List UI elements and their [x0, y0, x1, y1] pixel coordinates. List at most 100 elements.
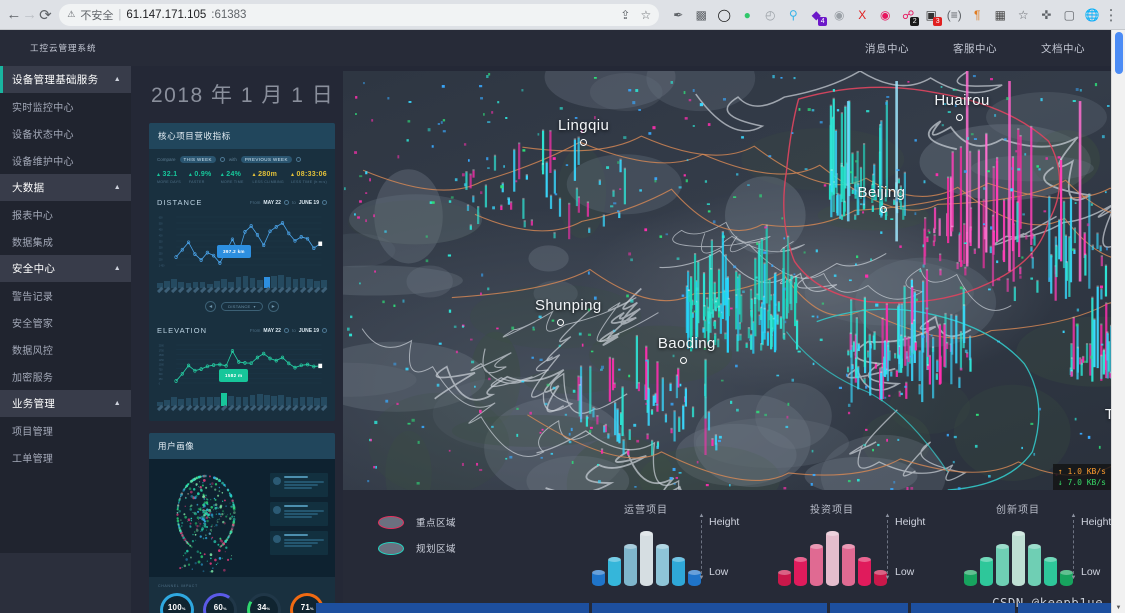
sidebar-item-2-2[interactable]: 数据风控 — [0, 336, 131, 363]
sidebar-group-2[interactable]: 安全中心 ▲ — [0, 255, 131, 282]
camera-extension[interactable]: ▣ 3 — [920, 4, 943, 26]
distance-from-value[interactable]: MAY 22 — [263, 200, 281, 206]
sidebar-item-1-1[interactable]: 数据集成 — [0, 228, 131, 255]
eye-extension[interactable]: ◉ — [828, 4, 850, 26]
upload-speed: 1.0 KB/s — [1067, 467, 1106, 476]
sidebar-group-3[interactable]: 业务管理 ▲ — [0, 390, 131, 417]
svg-text:250: 250 — [159, 378, 163, 381]
elevation-to-value[interactable]: JUNE 19 — [299, 328, 319, 334]
legend-cylinder — [1043, 557, 1057, 586]
distance-next-button[interactable]: ▸ — [267, 301, 279, 312]
kpi-stats: ▴ 32.1 MORE DAYS ▴ 0.9% FASTER ▴ 24% MORE TIM… — [157, 171, 327, 184]
target-extension[interactable]: ◉ — [874, 4, 896, 26]
back-icon[interactable]: ← — [6, 2, 22, 28]
legend-height-label: Height — [895, 516, 926, 528]
opera-extension[interactable]: ◯ — [713, 4, 735, 26]
legend-group-2: 创新项目 ▲ ▼ Height Low — [925, 490, 1111, 586]
sidebar-group-label: 业务管理 — [12, 398, 56, 410]
sidebar-item-0-1[interactable]: 设备状态中心 — [0, 120, 131, 147]
distance-to-value[interactable]: JUNE 19 — [299, 200, 319, 206]
scroll-down-arrow-icon[interactable]: ▼ — [1112, 605, 1125, 611]
elevation-from-value[interactable]: MAY 22 — [263, 328, 281, 334]
distance-prev-button[interactable]: ◂ — [205, 301, 217, 312]
qr-extension[interactable]: ▩ — [690, 4, 712, 26]
distance-from-clear-icon[interactable] — [283, 200, 289, 205]
header-nav-support[interactable]: 客服中心 — [953, 41, 997, 56]
upload-arrow-icon: ↑ — [1057, 467, 1063, 476]
browser-menu-icon[interactable]: ⋮ — [1103, 2, 1119, 28]
app-title: 工控云管理系统 — [30, 43, 97, 53]
list-item[interactable] — [270, 502, 328, 526]
svg-text:250: 250 — [159, 252, 163, 255]
distance-metric-label: DISTANCE — [228, 304, 251, 309]
pen-extension[interactable]: ✒ — [667, 4, 689, 26]
audio-extension[interactable]: (≡) — [943, 4, 965, 26]
sidebar-item-1-0[interactable]: 报表中心 — [0, 201, 131, 228]
range-b-close-icon[interactable] — [295, 157, 301, 162]
share-icon[interactable]: ⇪ — [620, 8, 630, 22]
x-extension[interactable]: X — [851, 4, 873, 26]
legend-cylinder — [841, 544, 855, 586]
forward-icon[interactable]: → — [22, 2, 38, 28]
bookmark-star-icon[interactable]: ☆ — [640, 8, 651, 22]
globe-avatar[interactable]: 🌐 — [1081, 4, 1103, 26]
chat-extension[interactable]: ☍ 2 — [897, 4, 920, 26]
list-item[interactable] — [270, 531, 328, 555]
dashboard-column: 2018 年 1 月 1 日 核心项目营收指标 Compare THIS WEE… — [131, 71, 343, 613]
kpi-stat-label: MORE TIME — [220, 180, 244, 184]
chevron-up-icon[interactable]: ▲ — [114, 76, 121, 83]
star-extension[interactable]: ☆ — [1012, 4, 1034, 26]
legend-cylinder — [809, 544, 823, 586]
sidebar-item-2-1[interactable]: 安全管家 — [0, 309, 131, 336]
chevron-up-icon[interactable]: ▲ — [114, 400, 121, 407]
legend-cylinder — [591, 570, 605, 586]
pilcrow-extension[interactable]: ¶ — [966, 4, 988, 26]
header-nav-docs[interactable]: 文档中心 — [1041, 41, 1085, 56]
compare-prefix: Compare — [157, 157, 176, 162]
green-circle-extension[interactable]: ● — [736, 4, 758, 26]
sidebar-item-3-1[interactable]: 工单管理 — [0, 444, 131, 471]
sidebar-footer — [0, 553, 131, 613]
puzzle-extension[interactable]: ✜ — [1035, 4, 1057, 26]
list-item[interactable] — [270, 473, 328, 497]
chevron-up-icon[interactable]: ▲ — [114, 265, 121, 272]
address-bar[interactable]: ⚠ 不安全 | 61.147.171.105:61383 ⇪ ☆ — [59, 3, 660, 26]
reload-icon[interactable]: ⟳ — [38, 2, 54, 28]
elevation-x-axis — [157, 404, 328, 412]
sidebar-item-2-3[interactable]: 加密服务 — [0, 363, 131, 390]
distance-to-clear-icon[interactable] — [322, 200, 327, 205]
legend-cylinder — [655, 544, 669, 586]
kpi-stat-label: LESS TIME (h:m:s) — [291, 180, 327, 184]
distance-metric-select[interactable]: DISTANCE ▾ — [221, 302, 263, 311]
elevation-from-clear-icon[interactable] — [283, 328, 289, 333]
range-a-close-icon[interactable] — [219, 157, 225, 162]
grid-extension[interactable]: ▦ — [989, 4, 1011, 26]
range-a-pill[interactable]: THIS WEEK — [179, 156, 216, 163]
square-extension[interactable]: ▢ — [1058, 4, 1080, 26]
elevation-to-clear-icon[interactable] — [322, 328, 327, 333]
scrollbar-thumb[interactable] — [1115, 32, 1123, 74]
sidebar-item-2-0[interactable]: 警告记录 — [0, 282, 131, 309]
map-city-marker[interactable] — [679, 356, 687, 364]
purple-cube-extension[interactable]: ◆ 4 — [805, 4, 828, 26]
sidebar-item-0-2[interactable]: 设备维护中心 — [0, 147, 131, 174]
chevron-up-icon[interactable]: ▲ — [114, 184, 121, 191]
sidebar-item-3-0[interactable]: 项目管理 — [0, 417, 131, 444]
sidebar-item-0-0[interactable]: 实时监控中心 — [0, 93, 131, 120]
sidebar-group-label: 大数据 — [12, 182, 45, 194]
legend-key-label: 重点区域 — [416, 518, 457, 529]
page-scrollbar[interactable]: ▼ — [1111, 30, 1125, 613]
header-nav-messages[interactable]: 消息中心 — [865, 41, 909, 56]
sidebar-group-1[interactable]: 大数据 ▲ — [0, 174, 131, 201]
legend-cylinder — [607, 557, 621, 586]
map-city-marker[interactable] — [879, 206, 887, 214]
sidebar-group-label: 设备管理基础服务 — [12, 74, 99, 86]
kpi-stat-0: ▴ 32.1 MORE DAYS — [157, 171, 181, 184]
range-b-pill[interactable]: PREVIOUS WEEK — [240, 156, 292, 163]
pin-extension[interactable]: ⚲ — [782, 4, 804, 26]
chevron-down-icon: ▾ — [253, 304, 256, 309]
app-header: 工控云管理系统 消息中心 客服中心 文档中心 — [0, 30, 1125, 66]
sidebar-group-0[interactable]: 设备管理基础服务 ▲ — [0, 66, 131, 93]
map-canvas[interactable]: LingqiuHuairouBeijingShunpingBaodingTi ↑… — [343, 71, 1111, 490]
clock-extension[interactable]: ◴ — [759, 4, 781, 26]
